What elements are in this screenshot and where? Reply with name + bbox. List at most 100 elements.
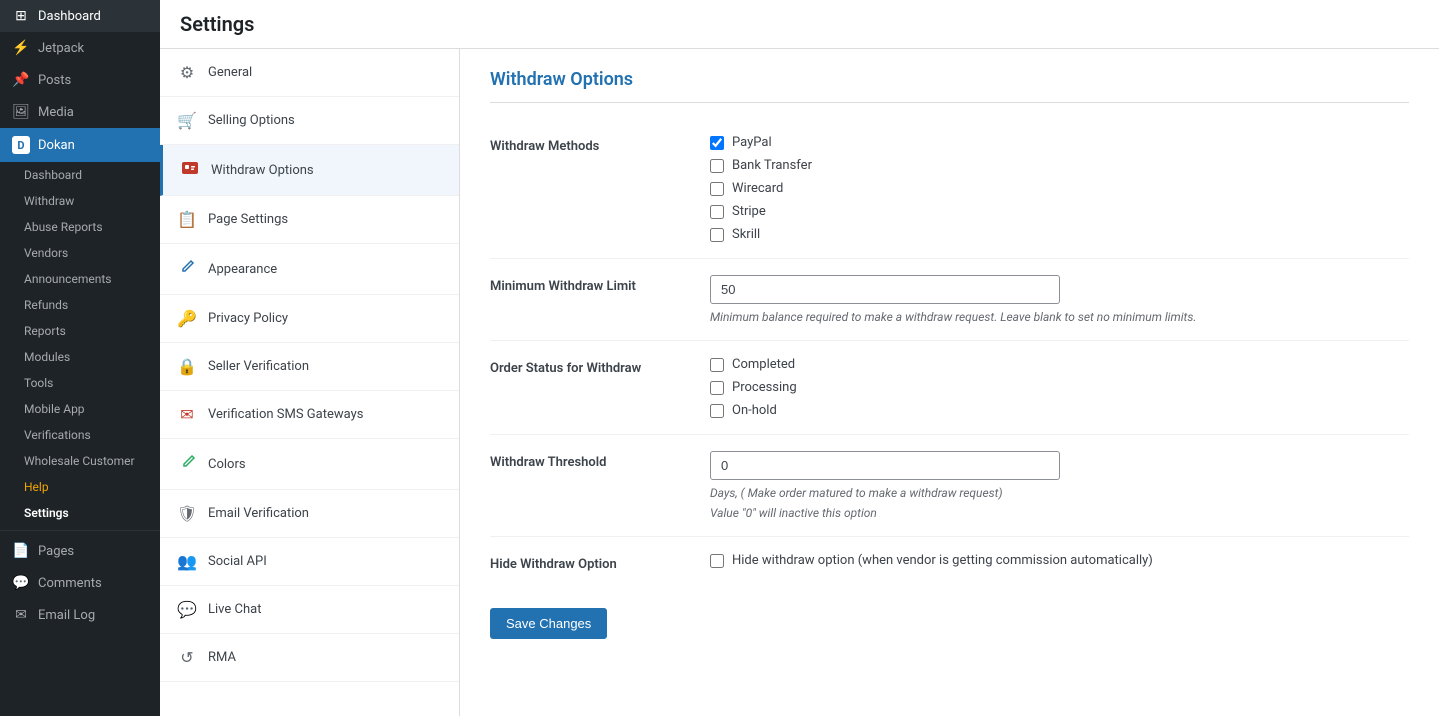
save-changes-button[interactable]: Save Changes <box>490 608 607 639</box>
subnav-tools[interactable]: Tools <box>0 370 160 396</box>
subnav-abuse-reports[interactable]: Abuse Reports <box>0 214 160 240</box>
menu-item-social-api[interactable]: 👥 Social API <box>160 538 459 586</box>
nav-comments[interactable]: 💬 Comments <box>0 567 160 599</box>
menu-item-withdraw-options[interactable]: Withdraw Options <box>160 145 459 196</box>
appearance-icon <box>176 258 198 280</box>
rma-icon: ↺ <box>176 648 198 667</box>
dashboard-icon: ⊞ <box>12 8 30 24</box>
menu-item-rma[interactable]: ↺ RMA <box>160 634 459 682</box>
gear-icon: ⚙ <box>176 63 198 82</box>
menu-item-seller-verification[interactable]: 🔒 Seller Verification <box>160 343 459 391</box>
subnav-dashboard[interactable]: Dashboard <box>0 162 160 188</box>
on-hold-checkbox-row: On-hold <box>710 403 1409 418</box>
hide-withdraw-checkbox[interactable] <box>710 554 724 568</box>
withdraw-threshold-desc2: Value "0" will inactive this option <box>710 506 1409 520</box>
comments-icon: 💬 <box>12 575 30 591</box>
hide-withdraw-label: Hide Withdraw Option <box>490 553 710 572</box>
cart-icon: 🛒 <box>176 111 198 130</box>
settings-content: Withdraw Options Withdraw Methods PayPal… <box>460 49 1439 716</box>
min-withdraw-description: Minimum balance required to make a withd… <box>710 310 1409 324</box>
nav-dashboard[interactable]: ⊞ Dashboard <box>0 0 160 32</box>
withdraw-methods-label: Withdraw Methods <box>490 135 710 154</box>
withdraw-options-panel: Withdraw Options Withdraw Methods PayPal… <box>460 49 1439 659</box>
hide-withdraw-checkbox-row: Hide withdraw option (when vendor is get… <box>710 553 1409 568</box>
sms-icon: ✉ <box>176 405 198 424</box>
wirecard-checkbox[interactable] <box>710 182 724 196</box>
subnav-modules[interactable]: Modules <box>0 344 160 370</box>
skrill-checkbox[interactable] <box>710 228 724 242</box>
on-hold-checkbox[interactable] <box>710 404 724 418</box>
withdraw-threshold-label: Withdraw Threshold <box>490 451 710 470</box>
menu-item-page-settings[interactable]: 📋 Page Settings <box>160 196 459 244</box>
processing-checkbox[interactable] <box>710 381 724 395</box>
subnav-announcements[interactable]: Announcements <box>0 266 160 292</box>
subnav-refunds[interactable]: Refunds <box>0 292 160 318</box>
processing-label: Processing <box>732 380 797 395</box>
colors-icon <box>176 453 198 475</box>
withdraw-threshold-row: Withdraw Threshold Days, ( Make order ma… <box>490 435 1409 537</box>
withdraw-methods-field: PayPal Bank Transfer Wirecard Strip <box>710 135 1409 242</box>
page-header: Settings <box>160 0 1439 49</box>
email-verification-icon: 🛡 <box>176 504 198 523</box>
pages-icon: 📄 <box>12 543 30 559</box>
subnav-reports[interactable]: Reports <box>0 318 160 344</box>
section-title: Withdraw Options <box>490 69 1409 103</box>
menu-item-live-chat[interactable]: 💬 Live Chat <box>160 586 459 634</box>
order-status-label: Order Status for Withdraw <box>490 357 710 376</box>
admin-navigation: ⊞ Dashboard ⚡ Jetpack 📌 Posts 🖼 Media D … <box>0 0 160 716</box>
nav-email-log[interactable]: ✉ Email Log <box>0 599 160 631</box>
withdraw-threshold-input[interactable] <box>710 451 1060 480</box>
media-icon: 🖼 <box>12 104 30 120</box>
min-withdraw-label: Minimum Withdraw Limit <box>490 275 710 294</box>
subnav-settings[interactable]: Settings <box>0 500 160 526</box>
menu-item-privacy-policy[interactable]: 🔑 Privacy Policy <box>160 295 459 343</box>
hide-withdraw-field: Hide withdraw option (when vendor is get… <box>710 553 1409 568</box>
subnav-wholesale-customer[interactable]: Wholesale Customer <box>0 448 160 474</box>
paypal-label: PayPal <box>732 135 772 150</box>
subnav-verifications[interactable]: Verifications <box>0 422 160 448</box>
min-withdraw-input[interactable] <box>710 275 1060 304</box>
jetpack-icon: ⚡ <box>12 40 30 56</box>
menu-item-selling-options[interactable]: 🛒 Selling Options <box>160 97 459 145</box>
withdraw-threshold-field: Days, ( Make order matured to make a wit… <box>710 451 1409 520</box>
settings-sidebar: ⚙ General 🛒 Selling Options Withdraw Opt… <box>160 49 460 716</box>
subnav-mobile-app[interactable]: Mobile App <box>0 396 160 422</box>
content-area: ⚙ General 🛒 Selling Options Withdraw Opt… <box>160 49 1439 716</box>
nav-media[interactable]: 🖼 Media <box>0 96 160 128</box>
bank-transfer-label: Bank Transfer <box>732 158 812 173</box>
nav-dokan[interactable]: D Dokan <box>0 128 160 162</box>
main-area: Settings ⚙ General 🛒 Selling Options <box>160 0 1439 716</box>
stripe-checkbox[interactable] <box>710 205 724 219</box>
menu-item-email-verification[interactable]: 🛡 Email Verification <box>160 490 459 538</box>
skrill-label: Skrill <box>732 227 760 242</box>
bank-transfer-checkbox[interactable] <box>710 159 724 173</box>
order-status-field: Completed Processing On-hold <box>710 357 1409 418</box>
paypal-checkbox[interactable] <box>710 136 724 150</box>
completed-checkbox[interactable] <box>710 358 724 372</box>
min-withdraw-row: Minimum Withdraw Limit Minimum balance r… <box>490 259 1409 341</box>
subnav-vendors[interactable]: Vendors <box>0 240 160 266</box>
min-withdraw-field: Minimum balance required to make a withd… <box>710 275 1409 324</box>
privacy-icon: 🔑 <box>176 309 198 328</box>
page-settings-icon: 📋 <box>176 210 198 229</box>
nav-jetpack[interactable]: ⚡ Jetpack <box>0 32 160 64</box>
stripe-label: Stripe <box>732 204 766 219</box>
wirecard-label: Wirecard <box>732 181 783 196</box>
subnav-help[interactable]: Help <box>0 474 160 500</box>
menu-item-appearance[interactable]: Appearance <box>160 244 459 295</box>
subnav-withdraw[interactable]: Withdraw <box>0 188 160 214</box>
menu-item-verification-sms[interactable]: ✉ Verification SMS Gateways <box>160 391 459 439</box>
live-chat-icon: 💬 <box>176 600 198 619</box>
email-log-icon: ✉ <box>12 607 30 623</box>
save-section: Save Changes <box>490 588 1409 639</box>
wirecard-checkbox-row: Wirecard <box>710 181 1409 196</box>
completed-checkbox-row: Completed <box>710 357 1409 372</box>
page-title: Settings <box>180 12 254 36</box>
paypal-checkbox-row: PayPal <box>710 135 1409 150</box>
social-api-icon: 👥 <box>176 552 198 571</box>
withdraw-icon <box>179 159 201 181</box>
menu-item-colors[interactable]: Colors <box>160 439 459 490</box>
nav-posts[interactable]: 📌 Posts <box>0 64 160 96</box>
nav-pages[interactable]: 📄 Pages <box>0 535 160 567</box>
menu-item-general[interactable]: ⚙ General <box>160 49 459 97</box>
